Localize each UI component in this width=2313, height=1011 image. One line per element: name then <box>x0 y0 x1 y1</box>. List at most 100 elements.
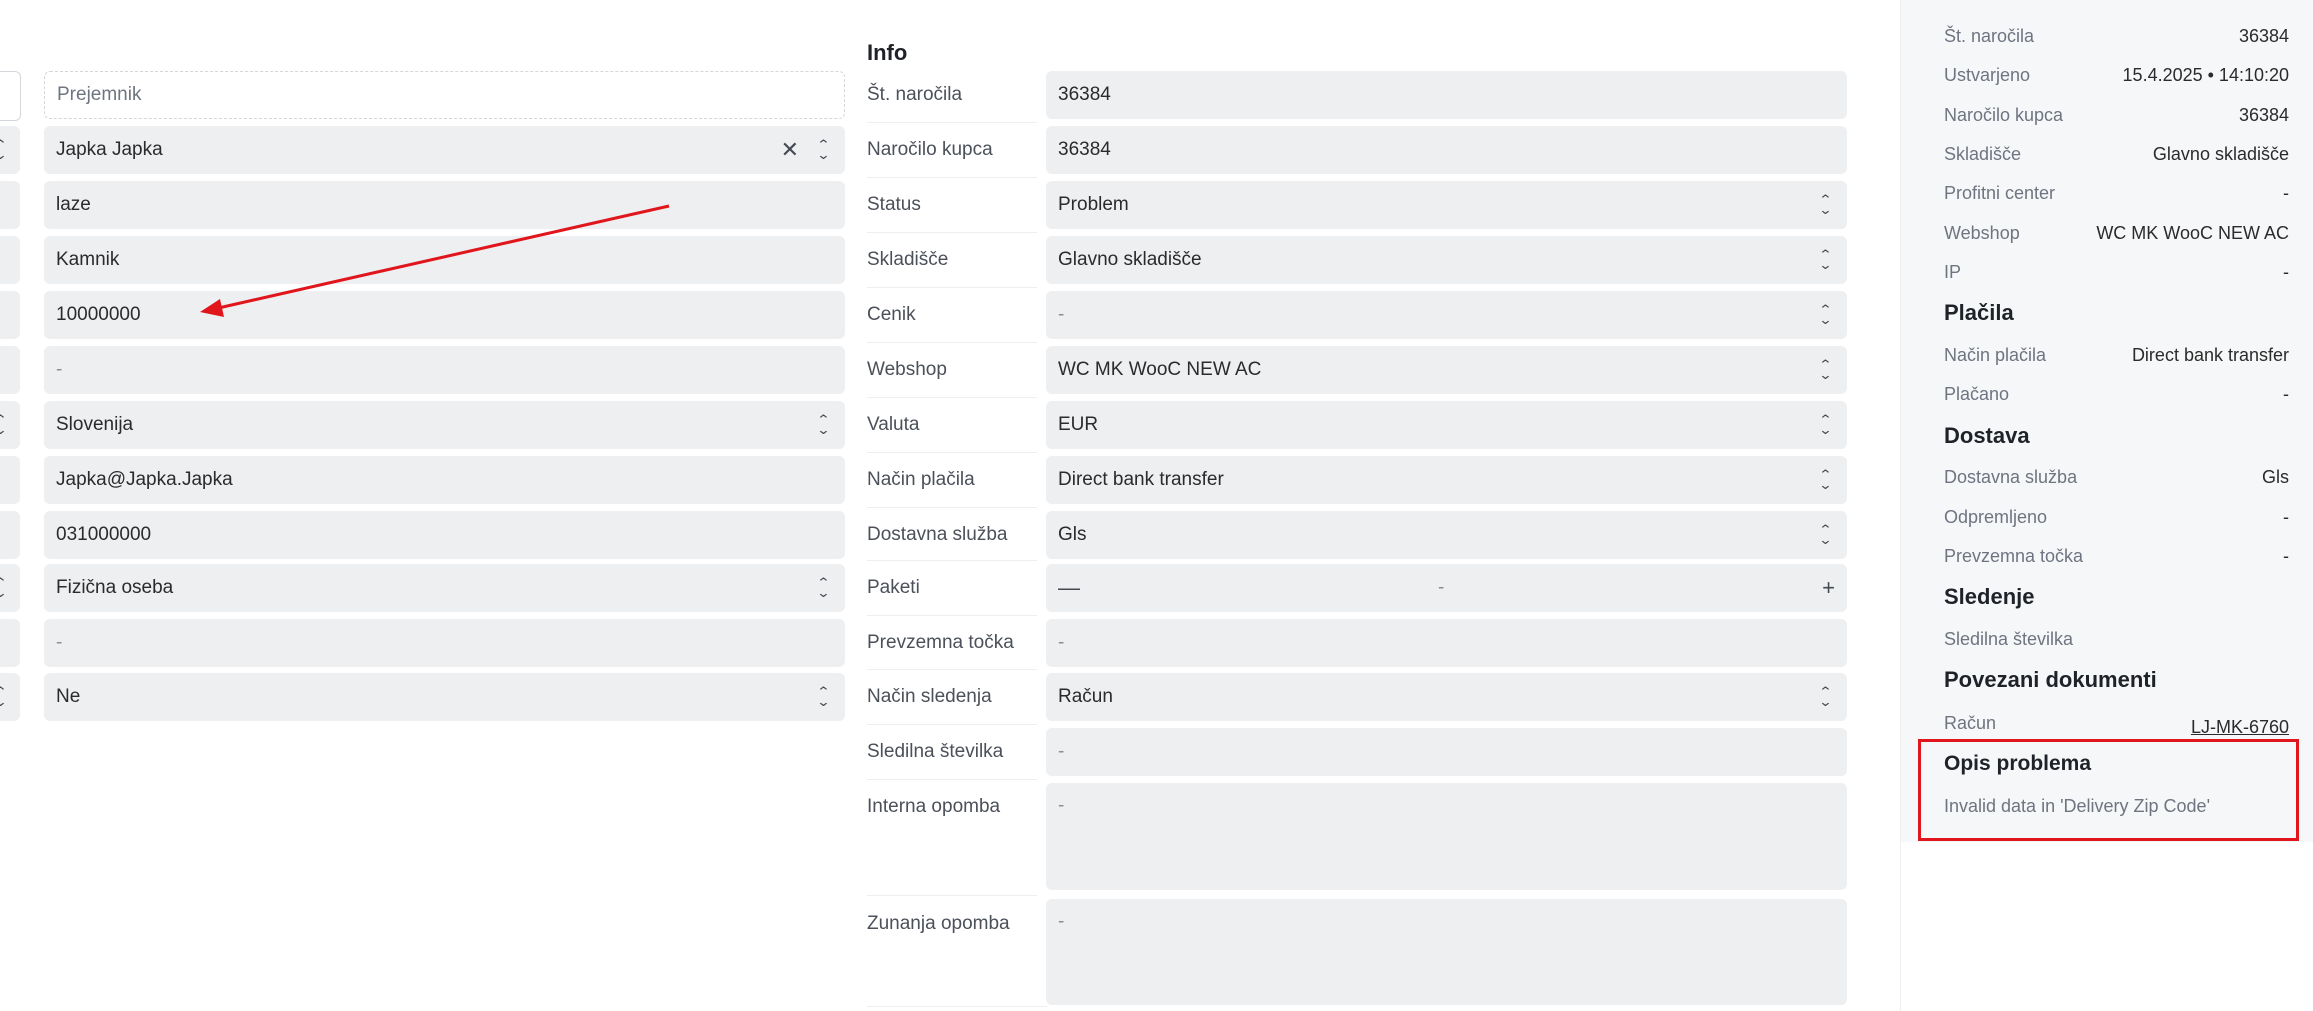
info-label: Sledilna številka <box>867 741 1004 762</box>
packages-stepper[interactable]: — - + <box>1046 564 1847 612</box>
currency-select[interactable]: EUR ⌃ ⌄ <box>1046 401 1847 449</box>
tracking-method-select[interactable]: Račun ⌃ ⌄ <box>1046 673 1847 721</box>
summary-row: Način plačila Direct bank transfer <box>1944 345 2289 366</box>
chevron-updown-icon: ⌃⌄ <box>1817 302 1833 327</box>
plus-icon[interactable]: + <box>1822 575 1835 601</box>
summary-value: 15.4.2025 • 14:10:20 <box>2122 65 2289 85</box>
summary-value: - <box>2283 183 2289 203</box>
divider <box>867 287 1037 288</box>
payments-heading: Plačila <box>1944 300 2014 325</box>
divider <box>867 895 1037 896</box>
divider <box>867 507 1037 508</box>
summary-row: Št. naročila 36384 <box>1944 26 2289 47</box>
summary-row: IP - <box>1944 262 2289 283</box>
summary-row: Račun LJ-MK-6760 <box>1944 713 2289 738</box>
tracking-number-field[interactable]: - <box>1046 728 1847 776</box>
summary-row: Odpremljeno - <box>1944 507 2289 528</box>
summary-row: Ustvarjeno 15.4.2025 • 14:10:20 <box>1944 65 2289 86</box>
divider <box>867 724 1037 725</box>
tracking-method-value: Račun <box>1058 686 1113 707</box>
summary-value: - <box>2283 384 2289 404</box>
info-label: Status <box>867 194 921 215</box>
info-label: Valuta <box>867 414 920 435</box>
summary-row: Skladišče Glavno skladišče <box>1944 144 2289 165</box>
invoice-link[interactable]: LJ-MK-6760 <box>2191 717 2289 738</box>
divider <box>867 669 1037 670</box>
info-label: Dostavna služba <box>867 524 1008 545</box>
summary-label: Odpremljeno <box>1944 507 2048 527</box>
status-select[interactable]: Problem ⌃ ⌄ <box>1046 181 1847 229</box>
chevron-updown-icon: ⌃⌄ <box>1817 522 1833 547</box>
info-label: Paketi <box>867 577 920 598</box>
delivery-service-select[interactable]: Gls ⌃ ⌄ <box>1046 511 1847 559</box>
summary-value: - <box>2283 546 2289 566</box>
tracking-number-value: - <box>1058 741 1065 762</box>
info-label: Naročilo kupca <box>867 139 993 160</box>
summary-value: - <box>2283 507 2289 527</box>
external-note-textarea[interactable]: - <box>1046 899 1847 1005</box>
order-no-field[interactable]: 36384 <box>1046 71 1847 119</box>
summary-label: Webshop <box>1944 223 2020 243</box>
summary-value: Gls <box>2262 467 2289 487</box>
info-label: Cenik <box>867 304 916 325</box>
summary-label: Plačano <box>1944 384 2010 404</box>
info-label: Webshop <box>867 359 947 380</box>
chevron-updown-icon: ⌃⌄ <box>1817 467 1833 492</box>
webshop-select[interactable]: WC MK WooC NEW AC ⌃ ⌄ <box>1046 346 1847 394</box>
summary-row: Webshop WC MK WooC NEW AC <box>1944 223 2289 244</box>
divider <box>867 397 1037 398</box>
minus-icon[interactable]: — <box>1058 575 1438 601</box>
warehouse-select[interactable]: Glavno skladišče ⌃ ⌄ <box>1046 236 1847 284</box>
divider <box>867 560 1037 561</box>
chevron-updown-icon: ⌃⌄ <box>1817 412 1833 437</box>
external-note-value: - <box>1058 911 1065 932</box>
summary-panel-footer <box>1900 842 2313 1011</box>
summary-row: Plačano - <box>1944 384 2289 405</box>
summary-value: WC MK WooC NEW AC <box>2096 223 2289 243</box>
delivery-heading: Dostava <box>1944 423 2030 448</box>
payment-method-value: Direct bank transfer <box>1058 469 1224 490</box>
divider <box>867 1006 1047 1007</box>
linked-docs-heading: Povezani dokumenti <box>1944 667 2157 692</box>
summary-label: Profitni center <box>1944 183 2056 203</box>
summary-label: Račun <box>1944 713 1997 733</box>
summary-value: 36384 <box>2238 26 2289 46</box>
status-value: Problem <box>1058 194 1129 215</box>
pickup-point-field[interactable]: - <box>1046 619 1847 667</box>
chevron-updown-icon: ⌃⌄ <box>1817 247 1833 272</box>
summary-row: Sledilna številka <box>1944 629 2289 650</box>
summary-label: Način plačila <box>1944 345 2047 365</box>
customer-order-value: 36384 <box>1058 139 1111 160</box>
pickup-point-value: - <box>1058 632 1065 653</box>
payment-method-select[interactable]: Direct bank transfer ⌃ ⌄ <box>1046 456 1847 504</box>
divider <box>867 177 1037 178</box>
summary-row: Dostavna služba Gls <box>1944 467 2289 488</box>
internal-note-value: - <box>1058 795 1065 816</box>
annotation-arrow-head <box>200 299 224 317</box>
info-label: Št. naročila <box>867 84 963 105</box>
divider <box>867 615 1037 616</box>
summary-label: Dostavna služba <box>1944 467 2078 487</box>
divider <box>867 122 1037 123</box>
summary-value: Direct bank transfer <box>2131 345 2289 365</box>
summary-label: Št. naročila <box>1944 26 2035 46</box>
info-title: Info <box>867 40 908 65</box>
info-label: Skladišče <box>867 249 949 270</box>
summary-label: Prevzemna točka <box>1944 546 2084 566</box>
info-label: Prevzemna točka <box>867 632 1014 653</box>
chevron-updown-icon: ⌃⌄ <box>1817 192 1833 217</box>
pricelist-value: - <box>1058 304 1065 325</box>
summary-label: Sledilna številka <box>1944 629 2074 649</box>
divider <box>867 452 1037 453</box>
warehouse-value: Glavno skladišče <box>1058 249 1202 270</box>
customer-order-field[interactable]: 36384 <box>1046 126 1847 174</box>
summary-value: - <box>2283 262 2289 282</box>
webshop-value: WC MK WooC NEW AC <box>1058 359 1262 380</box>
summary-label: Skladišče <box>1944 144 2022 164</box>
annotation-arrow-line <box>213 204 670 311</box>
internal-note-textarea[interactable]: - <box>1046 783 1847 890</box>
summary-row: Naročilo kupca 36384 <box>1944 105 2289 126</box>
summary-label: IP <box>1944 262 1962 282</box>
pricelist-select[interactable]: - ⌃ ⌄ <box>1046 291 1847 339</box>
divider <box>867 232 1037 233</box>
